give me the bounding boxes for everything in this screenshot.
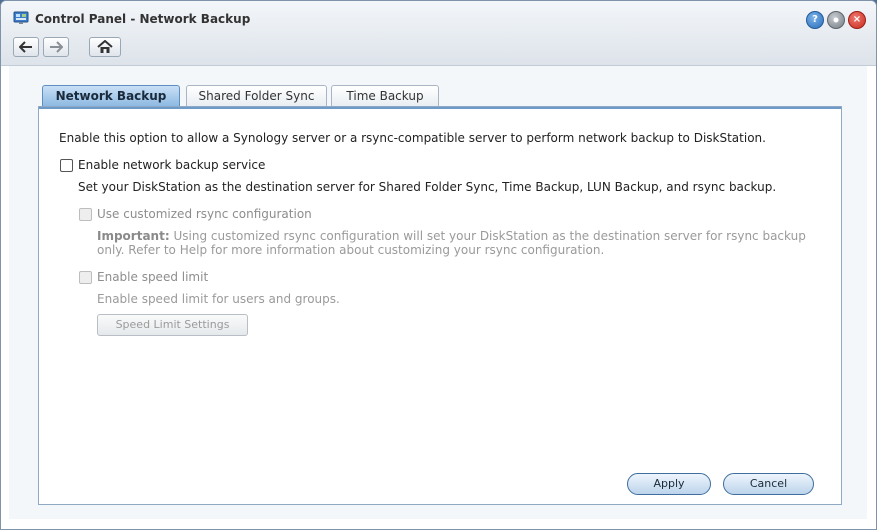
intro-text: Enable this option to allow a Synology s… bbox=[59, 131, 766, 145]
tab-shared-folder-sync[interactable]: Shared Folder Sync bbox=[186, 85, 327, 107]
speed-limit-description: Enable speed limit for users and groups. bbox=[97, 292, 340, 306]
control-panel-icon bbox=[13, 10, 29, 26]
close-icon[interactable]: × bbox=[848, 11, 866, 29]
speed-limit-label[interactable]: Enable speed limit bbox=[97, 270, 208, 284]
forward-button[interactable] bbox=[43, 37, 69, 57]
important-label: Important: bbox=[97, 229, 170, 243]
arrow-left-icon bbox=[19, 41, 32, 53]
important-note: Important: Using customized rsync config… bbox=[97, 229, 817, 257]
enable-network-backup-checkbox[interactable] bbox=[60, 159, 73, 172]
network-backup-panel: Enable this option to allow a Synology s… bbox=[38, 106, 842, 505]
enable-service-description: Set your DiskStation as the destination … bbox=[78, 180, 777, 194]
window-title: Control Panel - Network Backup bbox=[35, 12, 251, 26]
control-panel-window: Control Panel - Network Backup ? × Netwo… bbox=[0, 0, 877, 530]
help-icon[interactable]: ? bbox=[806, 11, 824, 29]
minimize-icon[interactable] bbox=[827, 11, 845, 29]
home-icon bbox=[97, 40, 113, 53]
tab-time-backup[interactable]: Time Backup bbox=[331, 85, 439, 107]
tab-network-backup[interactable]: Network Backup bbox=[42, 85, 180, 108]
arrow-right-icon bbox=[50, 41, 63, 53]
enable-network-backup-label[interactable]: Enable network backup service bbox=[78, 158, 265, 172]
apply-button[interactable]: Apply bbox=[627, 473, 711, 495]
title-bar: Control Panel - Network Backup ? × bbox=[1, 1, 876, 66]
important-text: Using customized rsync configuration wil… bbox=[97, 229, 806, 257]
tab-underline bbox=[39, 107, 841, 109]
speed-limit-checkbox[interactable] bbox=[79, 271, 92, 284]
cancel-button[interactable]: Cancel bbox=[723, 473, 814, 495]
custom-rsync-checkbox[interactable] bbox=[79, 208, 92, 221]
speed-limit-settings-button[interactable]: Speed Limit Settings bbox=[97, 314, 248, 336]
home-button[interactable] bbox=[89, 37, 121, 57]
back-button[interactable] bbox=[13, 37, 39, 57]
custom-rsync-label[interactable]: Use customized rsync configuration bbox=[97, 207, 312, 221]
